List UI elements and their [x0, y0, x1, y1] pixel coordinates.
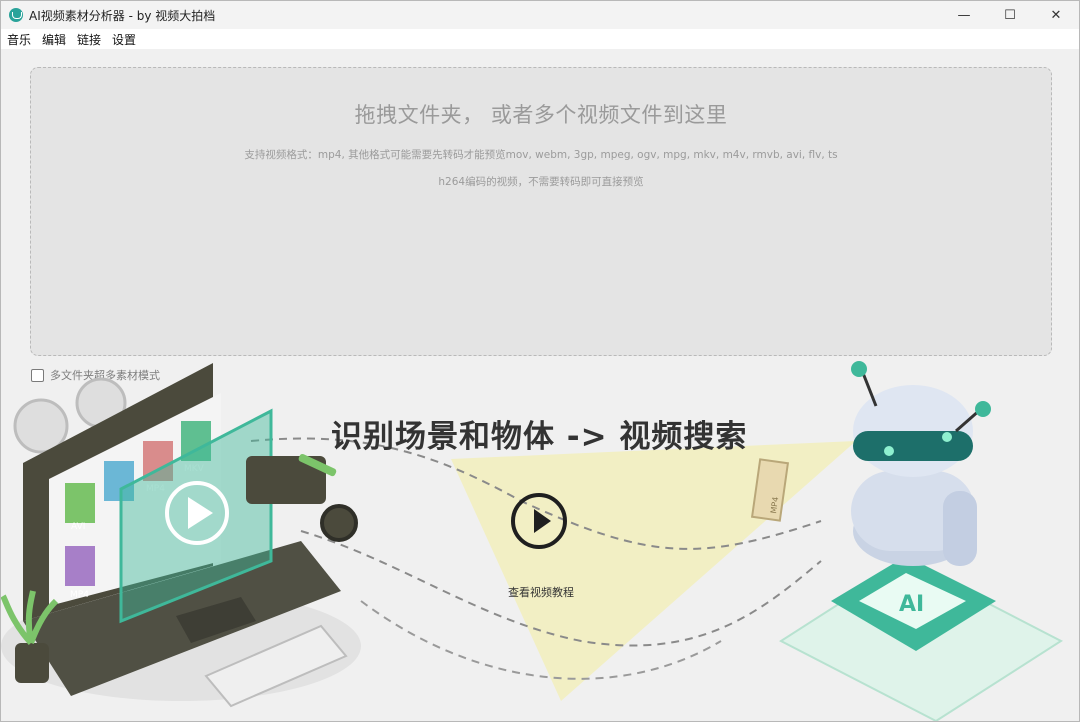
robot-antenna-ball-right [975, 401, 991, 417]
title-bar: AI视频素材分析器 - by 视频大拍档 — ☐ ✕ [1, 1, 1079, 29]
avi-file-label: AVI [71, 522, 85, 532]
h264-note-text: h264编码的视频，不需要转码即可直接预览 [438, 176, 644, 188]
play-tutorial-button[interactable] [511, 493, 567, 549]
minimize-button[interactable]: — [941, 1, 987, 29]
mp4-file-tile-1 [65, 546, 95, 586]
menu-bar: 音乐 编辑 链接 设置 [1, 29, 1079, 49]
mp4-file-label-1: MP4 [70, 590, 89, 600]
menu-links[interactable]: 链接 [71, 31, 106, 48]
menu-music[interactable]: 音乐 [1, 31, 36, 48]
robot-eye-left [884, 446, 894, 456]
menu-settings[interactable]: 设置 [106, 31, 141, 48]
window-title: AI视频素材分析器 - by 视频大拍档 [29, 8, 216, 23]
supported-formats-text: 支持视频格式：mp4, 其他格式可能需要先转码才能预览mov, webm, 3g… [244, 149, 838, 161]
robot-antenna-ball-left [851, 361, 867, 377]
file-drop-zone[interactable]: 拖拽文件夹， 或者多个视频文件到这里 支持视频格式：mp4, 其他格式可能需要先… [30, 67, 1052, 356]
ai-chip-label: AI [899, 592, 924, 617]
video-camera-lens [320, 504, 358, 542]
drop-zone-title: 拖拽文件夹， 或者多个视频文件到这里 [354, 103, 728, 127]
menu-edit[interactable]: 编辑 [36, 31, 71, 48]
app-window: AI视频素材分析器 - by 视频大拍档 — ☐ ✕ 音乐 编辑 链接 设置 拖… [0, 0, 1080, 722]
close-button[interactable]: ✕ [1033, 1, 1079, 29]
avi-file-tile [65, 483, 95, 523]
window-controls: — ☐ ✕ [941, 1, 1079, 29]
robot-arm [943, 491, 977, 566]
robot-eye-right [942, 432, 952, 442]
robot-visor [853, 431, 973, 461]
view-tutorial-link[interactable]: 查看视频教程 [508, 584, 574, 600]
hero-headline: 识别场景和物体 -> 视频搜索 [331, 419, 748, 455]
app-logo-icon [9, 8, 23, 22]
plant-pot [15, 643, 49, 683]
maximize-button[interactable]: ☐ [987, 1, 1033, 29]
vision-beam [451, 441, 856, 701]
